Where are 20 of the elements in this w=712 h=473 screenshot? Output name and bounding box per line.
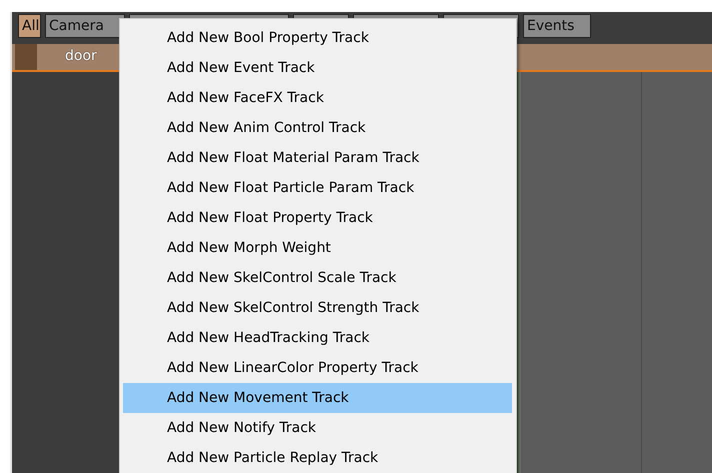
menu-item[interactable]: Add New FaceFX Track [123, 83, 512, 113]
menu-item[interactable]: Add New Float Particle Param Track [123, 173, 512, 203]
menu-item[interactable]: Add New Bool Property Track [123, 23, 512, 53]
menu-item[interactable]: Add New Event Track [123, 53, 512, 83]
menu-item[interactable]: Add New LinearColor Property Track [123, 353, 512, 383]
tab[interactable]: All [18, 14, 41, 38]
menu-item[interactable]: Add New SkelControl Scale Track [123, 263, 512, 293]
menu-item[interactable]: Add New Movement Track [123, 383, 512, 413]
tab[interactable]: Events [523, 14, 591, 38]
menu-item[interactable]: Add New Particle Replay Track [123, 443, 512, 473]
menu-item[interactable]: Add New Anim Control Track [123, 113, 512, 143]
menu-item[interactable]: Add New Float Material Param Track [123, 143, 512, 173]
group-label: door [64, 47, 97, 66]
menu-item[interactable]: Add New Notify Track [123, 413, 512, 443]
menu-item[interactable]: Add New SkelControl Strength Track [123, 293, 512, 323]
menu-item[interactable]: Add New Float Property Track [123, 203, 512, 233]
tab[interactable]: Camera [45, 14, 125, 38]
menu-item[interactable]: Add New Morph Weight [123, 233, 512, 263]
group-color-swatch [15, 44, 37, 70]
menu-item[interactable]: Add New HeadTracking Track [123, 323, 512, 353]
